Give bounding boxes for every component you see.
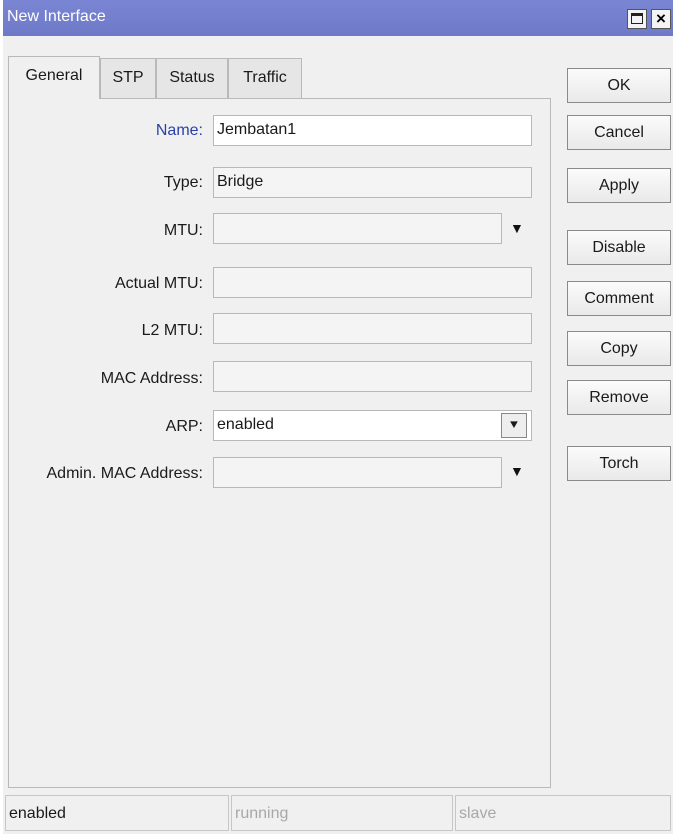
mtu-dropdown-arrow-icon[interactable]: ▼ bbox=[510, 220, 524, 236]
status-running: running bbox=[231, 795, 453, 831]
tab-traffic[interactable]: Traffic bbox=[228, 58, 302, 99]
remove-button[interactable]: Remove bbox=[567, 380, 671, 415]
status-slave: slave bbox=[455, 795, 671, 831]
ok-button[interactable]: OK bbox=[567, 68, 671, 103]
comment-button[interactable]: Comment bbox=[567, 281, 671, 316]
type-field: Bridge bbox=[213, 167, 532, 198]
maximize-icon[interactable] bbox=[627, 9, 647, 29]
tab-status[interactable]: Status bbox=[156, 58, 228, 99]
tab-stp[interactable]: STP bbox=[100, 58, 156, 99]
l2-mtu-label: L2 MTU: bbox=[141, 322, 203, 339]
copy-button[interactable]: Copy bbox=[567, 331, 671, 366]
l2-mtu-field bbox=[213, 313, 532, 344]
name-label: Name: bbox=[155, 122, 203, 139]
admin-mac-dropdown-arrow-icon[interactable]: ▼ bbox=[510, 463, 524, 479]
arp-label: ARP: bbox=[165, 418, 203, 435]
window-title: New Interface bbox=[7, 8, 106, 25]
name-input[interactable]: Jembatan1 bbox=[213, 115, 532, 146]
admin-mac-label: Admin. MAC Address: bbox=[46, 465, 204, 482]
torch-button[interactable]: Torch bbox=[567, 446, 671, 481]
mac-address-label: MAC Address: bbox=[100, 370, 203, 387]
new-interface-window: New Interface × General STP Status Traff… bbox=[3, 0, 673, 834]
status-enabled: enabled bbox=[5, 795, 229, 831]
cancel-button[interactable]: Cancel bbox=[567, 115, 671, 150]
arp-select[interactable]: enabled bbox=[213, 410, 532, 441]
mtu-input[interactable] bbox=[213, 213, 502, 244]
type-label: Type: bbox=[163, 174, 203, 191]
actual-mtu-label: Actual MTU: bbox=[114, 275, 203, 292]
mac-address-field bbox=[213, 361, 532, 392]
arp-dropdown-icon[interactable]: ⯆ bbox=[501, 413, 527, 438]
actual-mtu-field bbox=[213, 267, 532, 298]
disable-button[interactable]: Disable bbox=[567, 230, 671, 265]
admin-mac-input[interactable] bbox=[213, 457, 502, 488]
tab-general[interactable]: General bbox=[8, 56, 100, 99]
apply-button[interactable]: Apply bbox=[567, 168, 671, 203]
general-tab-panel bbox=[8, 98, 551, 788]
close-icon[interactable]: × bbox=[651, 9, 671, 29]
title-bar[interactable]: New Interface × bbox=[3, 0, 673, 36]
mtu-label: MTU: bbox=[163, 222, 203, 239]
